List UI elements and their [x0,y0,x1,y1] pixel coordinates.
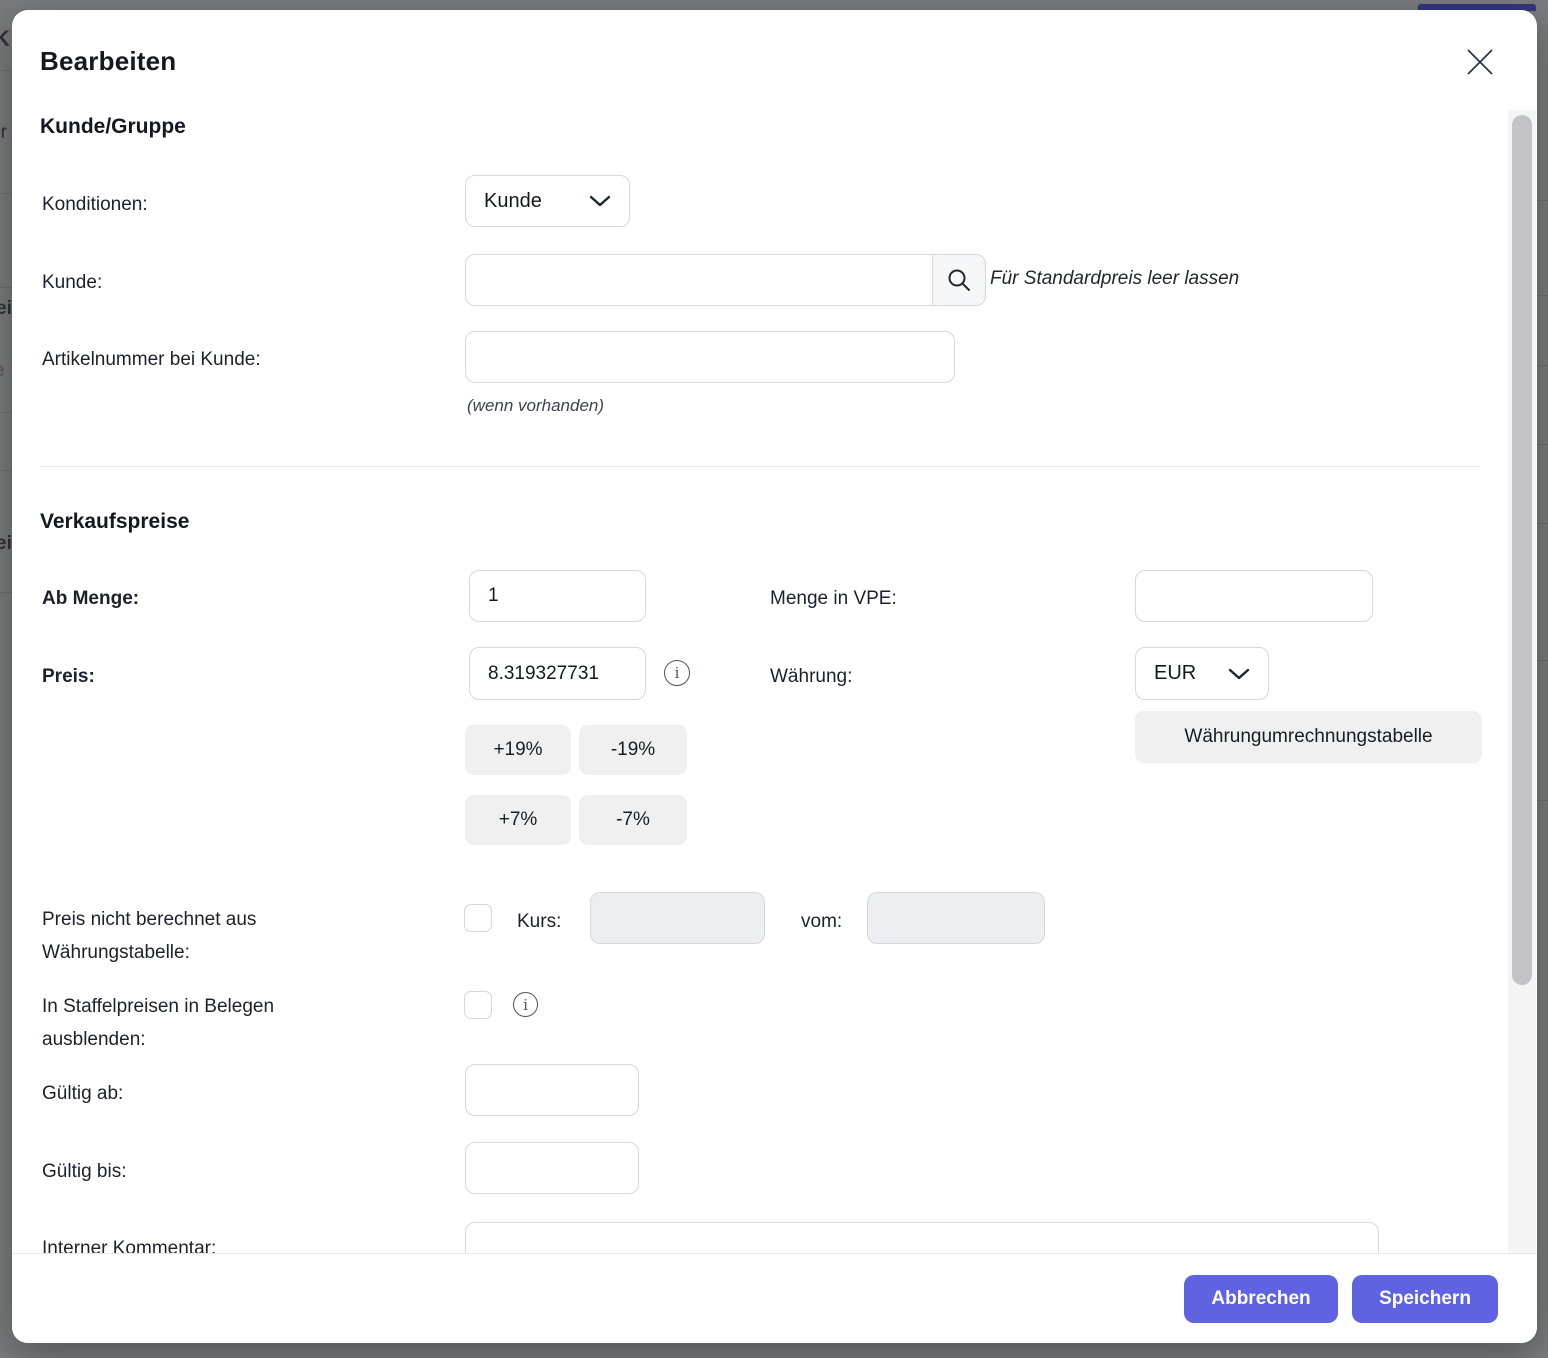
background-row-line [0,412,12,413]
currency-table-button[interactable]: Währungumrechnungstabelle [1135,711,1482,763]
artikelnummer-note: (wenn vorhanden) [467,396,604,416]
menge-vpe-label: Menge in VPE: [770,582,897,615]
kurs-checkbox[interactable] [464,904,492,932]
background-text-fragment: ei [0,298,12,320]
dialog-title: Bearbeiten [40,46,176,77]
vom-field-label: vom: [801,905,842,938]
staffel-checkbox[interactable] [464,991,492,1019]
gueltig-ab-input[interactable] [465,1064,639,1116]
dialog-footer: Abbrechen Speichern [12,1253,1537,1343]
background-row-line [0,287,12,288]
info-glyph: i [675,664,680,682]
dialog-scrollbar-track[interactable] [1508,110,1536,1253]
chevron-down-icon [589,195,611,207]
kommentar-textarea[interactable] [465,1222,1379,1253]
gueltig-bis-label: Gültig bis: [42,1155,126,1188]
waehrung-selected-value: EUR [1154,662,1196,685]
background-text-fragment: er [0,122,7,144]
section-heading-verkaufspreise: Verkaufspreise [40,510,189,534]
background-row-line [1537,800,1548,801]
preis-input[interactable] [469,647,646,700]
kunde-search-button[interactable] [932,254,986,306]
kurs-row-label-line1: Preis nicht berechnet aus [42,903,372,936]
vom-input[interactable] [867,892,1045,944]
staffel-info-icon[interactable]: i [513,992,538,1017]
background-row-line [0,70,12,71]
kunde-search-combo [465,254,986,306]
background-row-line [0,470,12,471]
info-glyph: i [523,996,528,1014]
waehrung-label: Währung: [770,660,852,693]
percent-minus7-button[interactable]: -7% [579,795,687,845]
background-text-fragment: K [0,26,10,52]
ab-menge-input[interactable] [469,570,646,622]
preis-info-icon[interactable]: i [664,660,690,686]
background-row-line [1537,523,1548,524]
percent-plus19-button[interactable]: +19% [465,725,571,775]
gueltig-bis-input[interactable] [465,1142,639,1194]
background-row-line [1537,660,1548,661]
search-icon [946,267,972,293]
section-divider [40,466,1480,467]
background-row-line [1537,295,1548,296]
background-row-line [1537,200,1548,201]
cancel-button[interactable]: Abbrechen [1184,1275,1338,1323]
save-button[interactable]: Speichern [1352,1275,1498,1323]
artikelnummer-input[interactable] [465,331,955,383]
edit-dialog: Bearbeiten Kunde/Gruppe Konditionen: Kun… [12,10,1537,1343]
konditionen-select[interactable]: Kunde [465,175,630,227]
close-button[interactable] [1462,44,1498,80]
background-row-line [1537,444,1548,445]
close-icon [1462,44,1498,80]
percent-minus19-button[interactable]: -19% [579,725,687,775]
staffel-row-label-line2: ausblenden: [42,1023,402,1056]
background-text-fragment: ei [0,533,12,555]
percent-plus7-button[interactable]: +7% [465,795,571,845]
background-text-fragment: e [0,360,5,382]
dialog-scroll-area: Bearbeiten Kunde/Gruppe Konditionen: Kun… [12,10,1537,1253]
kurs-row-label-line2: Währungstabelle: [42,936,372,969]
staffel-row-label-line1: In Staffelpreisen in Belegen [42,990,402,1023]
dialog-scrollbar-thumb[interactable] [1512,115,1532,985]
kunde-label: Kunde: [42,266,102,299]
konditionen-selected-value: Kunde [484,190,542,213]
background-row-line [0,592,12,593]
chevron-down-icon [1228,668,1250,680]
kurs-row-label: Preis nicht berechnet aus Währungstabell… [42,903,372,969]
staffel-row-label: In Staffelpreisen in Belegen ausblenden: [42,990,402,1056]
kurs-input[interactable] [590,892,765,944]
menge-vpe-input[interactable] [1135,570,1373,622]
section-heading-kunde-gruppe: Kunde/Gruppe [40,115,186,139]
konditionen-label: Konditionen: [42,188,148,221]
background-row-line [0,193,12,194]
kunde-hint: Für Standardpreis leer lassen [990,268,1239,290]
ab-menge-label: Ab Menge: [42,582,139,615]
kurs-field-label: Kurs: [517,905,561,938]
gueltig-ab-label: Gültig ab: [42,1077,123,1110]
preis-label: Preis: [42,660,95,693]
kunde-input[interactable] [465,254,932,306]
background-row-line [1537,365,1548,366]
artikelnummer-label: Artikelnummer bei Kunde: [42,343,261,376]
kommentar-label: Interner Kommentar: [42,1232,216,1253]
waehrung-select[interactable]: EUR [1135,647,1269,700]
